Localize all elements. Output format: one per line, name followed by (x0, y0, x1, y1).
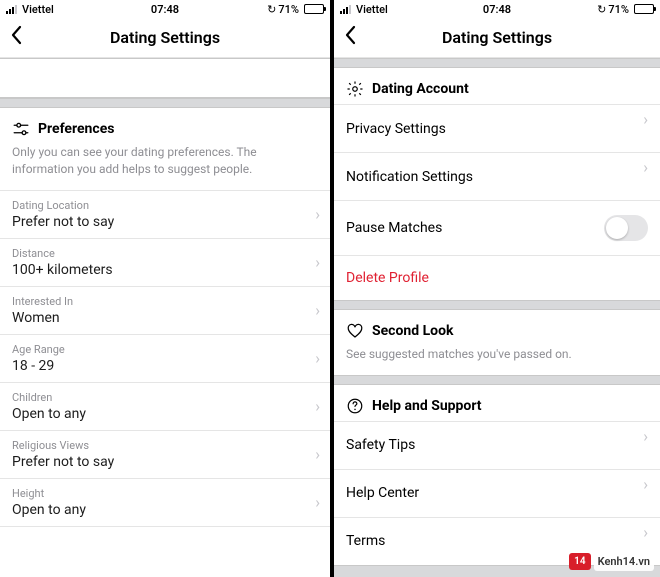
status-bar: Viettel 07:48 ↻ 71% (334, 0, 660, 18)
second-look-description: See suggested matches you've passed on. (334, 346, 660, 375)
chevron-right-icon: › (643, 158, 648, 177)
back-button[interactable] (10, 25, 22, 51)
pause-matches-row[interactable]: Pause Matches (334, 200, 660, 255)
notification-settings-row[interactable]: Notification Settings › (334, 152, 660, 200)
privacy-settings-row[interactable]: Privacy Settings › (334, 104, 660, 152)
clock: 07:48 (151, 3, 179, 16)
section-separator (334, 300, 660, 310)
pref-distance[interactable]: Distance 100+ kilometers › (0, 238, 330, 286)
page-title: Dating Settings (442, 28, 552, 47)
nav-header: Dating Settings (334, 18, 660, 58)
carrier-label: Viettel (356, 3, 388, 16)
pref-dating-location[interactable]: Dating Location Prefer not to say › (0, 190, 330, 238)
battery-pct: 71% (278, 3, 299, 16)
sync-icon: ↻ (267, 3, 276, 16)
spacer (0, 58, 330, 98)
clock: 07:48 (483, 3, 511, 16)
battery-icon (304, 4, 324, 14)
watermark: 14 Kenh14.vn (569, 552, 654, 571)
phone-right: Viettel 07:48 ↻ 71% Dating Settings Dati… (330, 0, 660, 577)
status-bar: Viettel 07:48 ↻ 71% (0, 0, 330, 18)
back-button[interactable] (344, 25, 356, 51)
chevron-right-icon: › (643, 522, 648, 541)
sliders-icon (12, 120, 30, 138)
pref-religious-views[interactable]: Religious Views Prefer not to say › (0, 430, 330, 478)
section-separator (0, 98, 330, 108)
pref-children[interactable]: Children Open to any › (0, 382, 330, 430)
chevron-right-icon: › (315, 493, 320, 512)
section-separator (334, 375, 660, 385)
heart-icon (346, 322, 364, 340)
chevron-left-icon (10, 25, 22, 45)
chevron-right-icon: › (643, 426, 648, 445)
preferences-description: Only you can see your dating preferences… (0, 144, 330, 190)
nav-header: Dating Settings (0, 18, 330, 58)
carrier-label: Viettel (22, 3, 54, 16)
chevron-right-icon: › (315, 445, 320, 464)
pref-interested-in[interactable]: Interested In Women › (0, 286, 330, 334)
phone-left: Viettel 07:48 ↻ 71% Dating Settings Pref… (0, 0, 330, 577)
question-icon (346, 397, 364, 415)
watermark-text: Kenh14.vn (594, 552, 654, 571)
help-support-header: Help and Support (334, 385, 660, 421)
pref-height[interactable]: Height Open to any › (0, 478, 330, 527)
content-scroll[interactable]: Preferences Only you can see your dating… (0, 58, 330, 577)
signal-icon (6, 5, 17, 14)
chevron-right-icon: › (315, 253, 320, 272)
page-title: Dating Settings (110, 28, 220, 47)
safety-tips-row[interactable]: Safety Tips › (334, 421, 660, 469)
gear-icon (346, 80, 364, 98)
pause-matches-toggle[interactable] (604, 215, 648, 241)
second-look-header[interactable]: Second Look (334, 310, 660, 346)
chevron-right-icon: › (315, 397, 320, 416)
help-center-row[interactable]: Help Center › (334, 469, 660, 517)
chevron-left-icon (344, 25, 356, 45)
signal-icon (340, 5, 351, 14)
chevron-right-icon: › (643, 474, 648, 493)
section-separator (334, 58, 660, 68)
content-scroll[interactable]: Dating Account Privacy Settings › Notifi… (334, 58, 660, 577)
battery-icon (634, 4, 654, 14)
chevron-right-icon: › (315, 349, 320, 368)
chevron-right-icon: › (643, 110, 648, 129)
preferences-header: Preferences (0, 108, 330, 144)
dating-account-header: Dating Account (334, 68, 660, 104)
pref-age-range[interactable]: Age Range 18 - 29 › (0, 334, 330, 382)
chevron-right-icon: › (315, 301, 320, 320)
battery-pct: 71% (608, 3, 629, 16)
chevron-right-icon: › (315, 205, 320, 224)
delete-profile-row[interactable]: Delete Profile (334, 255, 660, 300)
watermark-badge: 14 (569, 553, 590, 570)
sync-icon: ↻ (597, 3, 606, 16)
